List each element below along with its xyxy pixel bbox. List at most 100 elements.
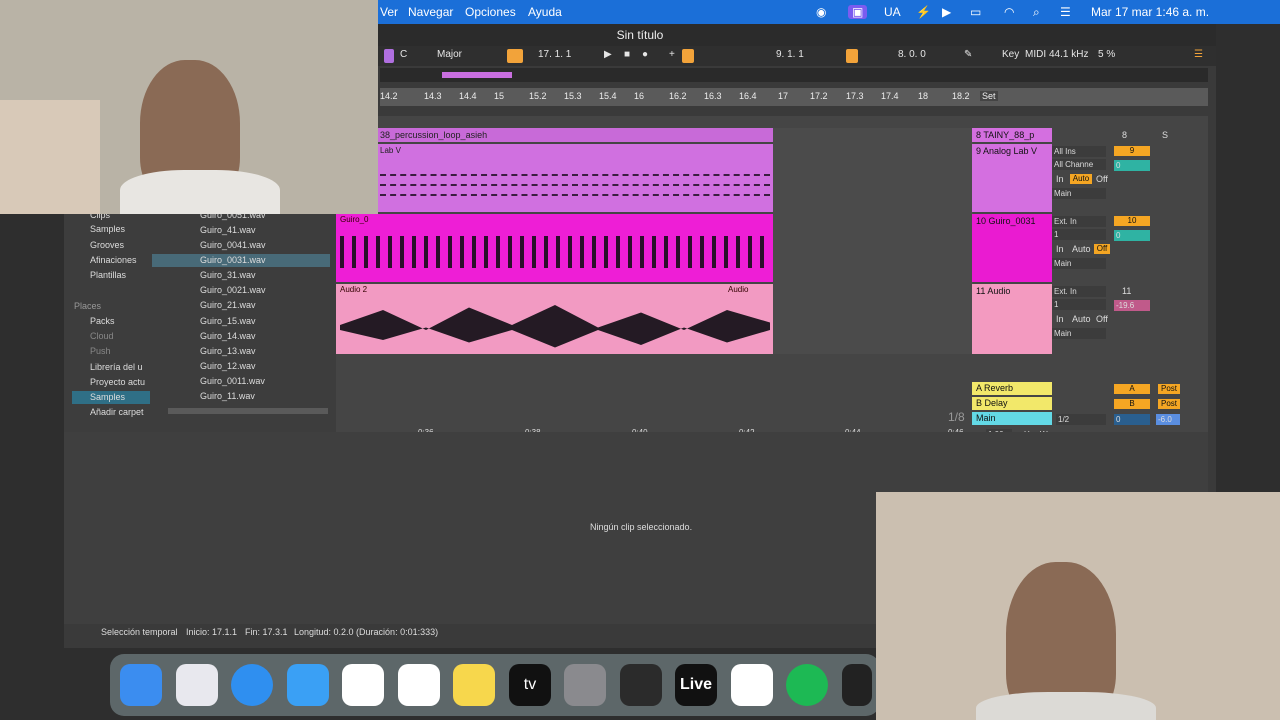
analog-lab-clip[interactable]: Lab V xyxy=(336,144,773,212)
safari-icon[interactable] xyxy=(231,664,273,706)
track-8-solo[interactable]: S xyxy=(1162,130,1168,140)
play-icon[interactable]: ▶ xyxy=(604,49,612,60)
track-11-output[interactable]: Main xyxy=(1052,328,1106,339)
track-11-off[interactable]: Off xyxy=(1096,314,1108,324)
spotify-icon[interactable] xyxy=(786,664,828,706)
mail-icon[interactable] xyxy=(287,664,329,706)
return-track-b[interactable]: B Delay xyxy=(972,397,1052,410)
browser-category[interactable]: Plantillas xyxy=(90,270,126,280)
file-item[interactable]: Guiro_0021.wav xyxy=(200,285,266,295)
arrangement-overview[interactable] xyxy=(380,68,1208,82)
loop-start[interactable]: 9. 1. 1 xyxy=(776,49,804,60)
main-track[interactable]: Main xyxy=(972,412,1052,425)
draw-icon[interactable]: ✎ xyxy=(964,49,972,60)
return-b-post[interactable]: Post xyxy=(1158,399,1180,409)
track-9-off[interactable]: Off xyxy=(1096,174,1108,184)
photos-icon[interactable] xyxy=(342,664,384,706)
song-position[interactable]: 17. 1. 1 xyxy=(538,49,571,60)
menu-ayuda[interactable]: Ayuda xyxy=(528,5,562,19)
track-11-in[interactable]: In xyxy=(1056,314,1064,324)
record-icon[interactable]: ● xyxy=(642,49,648,60)
file-item[interactable]: Guiro_0041.wav xyxy=(200,240,266,250)
arrangement-view[interactable]: 38_percussion_loop_asieh Lab V Guiro_0 A… xyxy=(336,116,1208,440)
track-10-pan[interactable]: 0 xyxy=(1114,230,1150,241)
track-11-input[interactable]: Ext. In xyxy=(1052,286,1106,297)
track-9-output[interactable]: Main xyxy=(1052,188,1106,199)
overdub-icon[interactable]: + xyxy=(669,49,675,60)
track-10-output[interactable]: Main xyxy=(1052,258,1106,269)
midi-map-button[interactable]: MIDI xyxy=(1025,49,1046,60)
place-item[interactable]: Añadir carpet xyxy=(90,407,144,417)
percussion-clip[interactable]: 38_percussion_loop_asieh xyxy=(336,128,773,142)
arrangement-grid[interactable] xyxy=(773,128,973,354)
follow-button[interactable] xyxy=(507,49,523,63)
stage-manager-icon[interactable]: ▣ xyxy=(848,5,868,19)
key-map-button[interactable]: Key xyxy=(1002,49,1019,60)
wifi-icon[interactable]: ◠ xyxy=(1004,5,1014,19)
file-item[interactable]: Guiro_15.wav xyxy=(200,316,256,326)
menu-lines-icon[interactable]: ☰ xyxy=(1194,49,1203,60)
grid-quantize[interactable]: 1/8 xyxy=(948,410,965,424)
track-9-pan[interactable]: 0 xyxy=(1114,160,1150,171)
file-item[interactable]: Guiro_0031.wav xyxy=(200,255,266,265)
place-item[interactable]: Push xyxy=(90,346,111,356)
fl-studio-icon[interactable] xyxy=(620,664,662,706)
track-9-input[interactable]: All Ins xyxy=(1052,146,1106,157)
live-icon[interactable]: Live xyxy=(675,664,717,706)
track-9-auto[interactable]: Auto xyxy=(1070,174,1092,184)
place-item[interactable]: Samples xyxy=(90,392,125,402)
capcut-icon[interactable] xyxy=(731,664,773,706)
track-10-auto[interactable]: Auto xyxy=(1072,244,1091,254)
place-item[interactable]: Packs xyxy=(90,316,115,326)
file-item[interactable]: Guiro_13.wav xyxy=(200,346,256,356)
scale-toggle[interactable] xyxy=(384,49,394,63)
track-11-auto[interactable]: Auto xyxy=(1072,314,1091,324)
menu-opciones[interactable]: Opciones xyxy=(465,5,516,19)
control-center-icon[interactable]: ☰ xyxy=(1060,5,1071,19)
place-item[interactable]: Proyecto actu xyxy=(90,377,145,387)
input-source[interactable]: UA xyxy=(884,5,901,19)
beat-ruler[interactable]: 14.2 14.3 14.4 15 15.2 15.3 15.4 16 16.2… xyxy=(380,88,1208,106)
track-9-number[interactable]: 9 xyxy=(1114,146,1150,156)
track-header-9[interactable]: 9 Analog Lab V xyxy=(972,144,1052,212)
apple-tv-icon[interactable]: tv xyxy=(509,664,551,706)
track-10-input[interactable]: Ext. In xyxy=(1052,216,1106,227)
play-circle-icon[interactable]: ▶ xyxy=(942,5,951,19)
search-icon[interactable]: ⌕ xyxy=(1033,5,1040,20)
track-9-channel[interactable]: All Channe xyxy=(1052,159,1106,170)
menu-ver[interactable]: Ver xyxy=(380,5,398,19)
key-select[interactable]: C xyxy=(400,49,407,60)
track-11-volume[interactable]: -19.6 xyxy=(1114,300,1150,311)
main-pan[interactable]: 0 xyxy=(1114,414,1150,425)
screen-record-icon[interactable]: ◉ xyxy=(816,5,826,19)
track-10-number[interactable]: 10 xyxy=(1114,216,1150,226)
loop-button[interactable] xyxy=(846,49,858,63)
track-header-8[interactable]: 8 TAINY_88_p xyxy=(972,128,1052,142)
guiro-audio-clip[interactable]: Guiro_0 xyxy=(336,214,773,282)
file-item[interactable]: Guiro_21.wav xyxy=(200,300,256,310)
audio-app-icon[interactable] xyxy=(842,664,872,706)
system-settings-icon[interactable] xyxy=(564,664,606,706)
automation-arm-button[interactable] xyxy=(682,49,694,63)
reminders-icon[interactable] xyxy=(398,664,440,706)
menubar-datetime[interactable]: Mar 17 mar 1:46 a. m. xyxy=(1091,5,1209,19)
return-a-post[interactable]: Post xyxy=(1158,384,1180,394)
bolt-icon[interactable]: ⚡ xyxy=(916,5,931,19)
file-item[interactable]: Guiro_0011.wav xyxy=(200,376,265,386)
place-item[interactable]: Cloud xyxy=(90,331,114,341)
browser-category[interactable]: Samples xyxy=(90,224,125,234)
launchpad-icon[interactable] xyxy=(176,664,218,706)
track-10-in[interactable]: In xyxy=(1056,244,1064,254)
file-item[interactable]: Guiro_11.wav xyxy=(200,391,255,401)
set-locator-button[interactable]: Set xyxy=(980,91,998,101)
browser-category[interactable]: Afinaciones xyxy=(90,255,137,265)
preview-waveform[interactable] xyxy=(168,408,328,414)
notes-icon[interactable] xyxy=(453,664,495,706)
main-volume[interactable]: -6.0 xyxy=(1156,414,1180,425)
track-10-channel[interactable]: 1 xyxy=(1052,229,1106,240)
file-item[interactable]: Guiro_41.wav xyxy=(200,225,256,235)
track-header-11[interactable]: 11 Audio xyxy=(972,284,1052,354)
track-header-10[interactable]: 10 Guiro_0031 xyxy=(972,214,1052,282)
battery-icon[interactable]: ▭ xyxy=(970,5,981,19)
audio2-clip[interactable]: Audio 2 Audio xyxy=(336,284,773,354)
